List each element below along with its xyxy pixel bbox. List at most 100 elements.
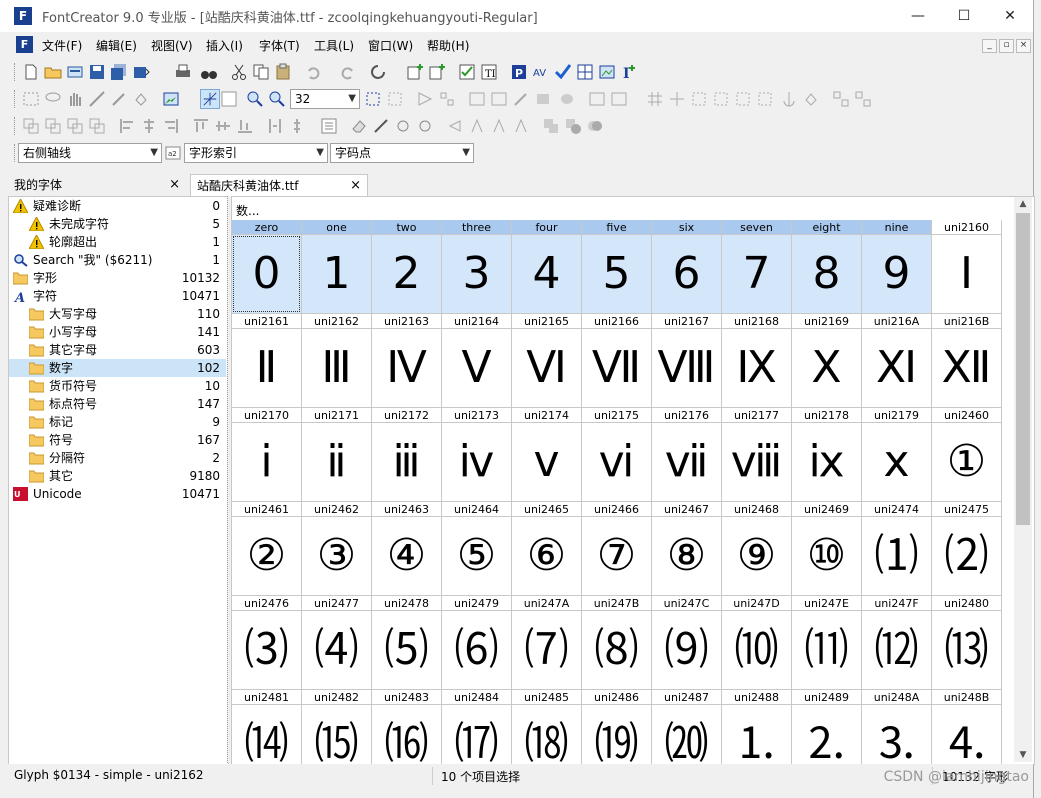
rotate-icon[interactable] — [512, 117, 530, 135]
outline-icon[interactable] — [416, 117, 434, 135]
menu-edit[interactable]: 编辑(E) — [96, 37, 137, 54]
tree-item[interactable]: Search "我" ($6211) 1 — [9, 251, 226, 269]
tool-pencil-icon[interactable] — [512, 90, 530, 108]
font-properties-icon[interactable]: TI — [480, 63, 498, 81]
check-icon[interactable] — [554, 63, 572, 81]
menu-window[interactable]: 窗口(W) — [368, 37, 413, 54]
select-rect-icon[interactable] — [22, 90, 40, 108]
toolbar-grip[interactable] — [14, 117, 18, 135]
export-image-icon[interactable] — [598, 63, 616, 81]
knife-icon[interactable] — [372, 117, 390, 135]
glyph-cell[interactable]: uni2476 ⑶ — [232, 596, 302, 690]
charmap-icon[interactable] — [576, 63, 594, 81]
glyph-cell[interactable]: uni2484 ⒄ — [442, 690, 512, 764]
print-icon[interactable] — [174, 63, 192, 81]
find-binoculars-icon[interactable] — [200, 63, 218, 81]
align-top-icon[interactable] — [192, 117, 210, 135]
save-icon[interactable] — [88, 63, 106, 81]
glyph-cell[interactable]: uni2168 Ⅸ — [722, 314, 792, 408]
glyph-cell[interactable]: zero 0 — [232, 220, 302, 314]
glyph-cell[interactable]: nine 9 — [862, 220, 932, 314]
insert-i-icon[interactable]: I — [620, 63, 638, 81]
save-all-icon[interactable] — [110, 63, 128, 81]
glyph-cell[interactable]: uni247E ⑾ — [792, 596, 862, 690]
glyph-cell[interactable]: uni2465 ⑥ — [512, 502, 582, 596]
components-icon[interactable] — [832, 90, 850, 108]
glyph-cell[interactable]: uni2467 ⑧ — [652, 502, 722, 596]
align-left-icon[interactable] — [118, 117, 136, 135]
glyph-cell[interactable]: uni247C ⑼ — [652, 596, 722, 690]
union-icon[interactable] — [542, 117, 560, 135]
glyph-cell[interactable]: uni2483 ⒃ — [372, 690, 442, 764]
glyph-cell[interactable]: uni2165 Ⅵ — [512, 314, 582, 408]
align-grid-icon[interactable] — [646, 90, 664, 108]
glyph-cell[interactable]: three 3 — [442, 220, 512, 314]
toolbar-grip[interactable] — [14, 90, 18, 108]
tree-item[interactable]: 其它 9180 — [9, 467, 226, 485]
align-middle-icon[interactable] — [214, 117, 232, 135]
tool-left-icon[interactable] — [588, 90, 606, 108]
paint-icon[interactable] — [802, 90, 820, 108]
glyph-cell[interactable]: uni2489 ⒉ — [792, 690, 862, 764]
menu-font[interactable]: 字体(T) — [259, 37, 300, 54]
close-icon[interactable]: × — [169, 174, 180, 196]
glyph-cell[interactable]: uni2478 ⑸ — [372, 596, 442, 690]
tree-item[interactable]: 标点符号 147 — [9, 395, 226, 413]
pen-icon[interactable] — [110, 90, 128, 108]
glyph-cell[interactable]: uni2480 ⒀ — [932, 596, 1002, 690]
glyph-cell[interactable]: uni2469 ⑩ — [792, 502, 862, 596]
validate-icon[interactable] — [458, 63, 476, 81]
fill-icon[interactable] — [132, 90, 150, 108]
glyph-cell[interactable]: uni2169 Ⅹ — [792, 314, 862, 408]
tree-item[interactable]: 数字 102 — [9, 359, 226, 377]
zoom-in-icon[interactable] — [246, 90, 264, 108]
glyph-cell[interactable]: uni2460 ① — [932, 408, 1002, 502]
kerning-icon[interactable]: AV — [532, 63, 550, 81]
paste-icon[interactable] — [274, 63, 292, 81]
copy-icon[interactable] — [252, 63, 270, 81]
menu-insert[interactable]: 插入(I) — [206, 37, 243, 54]
align-bottom-icon[interactable] — [236, 117, 254, 135]
glyph-cell[interactable]: uni216B Ⅻ — [932, 314, 1002, 408]
align-cross-icon[interactable] — [668, 90, 686, 108]
measure-icon[interactable] — [88, 90, 106, 108]
guideline-select[interactable]: 右侧轴线 ▼ — [18, 143, 162, 163]
add-character-icon[interactable] — [428, 63, 446, 81]
lasso-icon[interactable] — [44, 90, 62, 108]
glyph-cell[interactable]: uni2162 Ⅲ — [302, 314, 372, 408]
subtract-icon[interactable] — [564, 117, 582, 135]
scroll-down-icon[interactable]: ▼ — [1014, 748, 1032, 762]
vertical-scrollbar[interactable]: ▲ ▼ — [1014, 197, 1032, 762]
new-file-icon[interactable] — [22, 63, 40, 81]
break-apart-icon[interactable] — [88, 117, 106, 135]
glyph-cell[interactable]: uni2176 ⅶ — [652, 408, 722, 502]
glyph-cell[interactable]: uni247D ⑽ — [722, 596, 792, 690]
tree-item[interactable]: 其它字母 603 — [9, 341, 226, 359]
tool-arrow-icon[interactable] — [416, 90, 434, 108]
menu-help[interactable]: 帮助(H) — [427, 37, 469, 54]
close-icon[interactable]: × — [350, 175, 361, 197]
glyph-cell[interactable]: uni2482 ⒂ — [302, 690, 372, 764]
glyph-cell[interactable]: uni2177 ⅷ — [722, 408, 792, 502]
codepoint-select[interactable]: 字码点 ▼ — [330, 143, 474, 163]
glyph-cell[interactable]: uni2475 ⑵ — [932, 502, 1002, 596]
mdi-close-button[interactable]: × — [1016, 39, 1031, 53]
contour-gear-icon[interactable] — [394, 117, 412, 135]
tree-item[interactable]: 小写字母 141 — [9, 323, 226, 341]
glyph-cell[interactable]: uni2462 ③ — [302, 502, 372, 596]
glyph-cell[interactable]: uni248A ⒊ — [862, 690, 932, 764]
redo-icon[interactable] — [339, 63, 357, 81]
open-font-icon[interactable] — [66, 63, 84, 81]
zoom-select[interactable]: 32 ▼ — [290, 89, 360, 109]
tree-item[interactable]: 字形 10132 — [9, 269, 226, 287]
tree-item[interactable]: 符号 167 — [9, 431, 226, 449]
tree-item[interactable]: 货币符号 10 — [9, 377, 226, 395]
tool-contour-icon[interactable] — [490, 90, 508, 108]
align-center-icon[interactable] — [140, 117, 158, 135]
tree-item[interactable]: 分隔符 2 — [9, 449, 226, 467]
hand-icon[interactable] — [66, 90, 84, 108]
glyph-cell[interactable]: uni247B ⑻ — [582, 596, 652, 690]
group-icon[interactable] — [22, 117, 40, 135]
glyph-cell[interactable]: uni2172 ⅲ — [372, 408, 442, 502]
glyph-index-select[interactable]: 字形索引 ▼ — [184, 143, 328, 163]
